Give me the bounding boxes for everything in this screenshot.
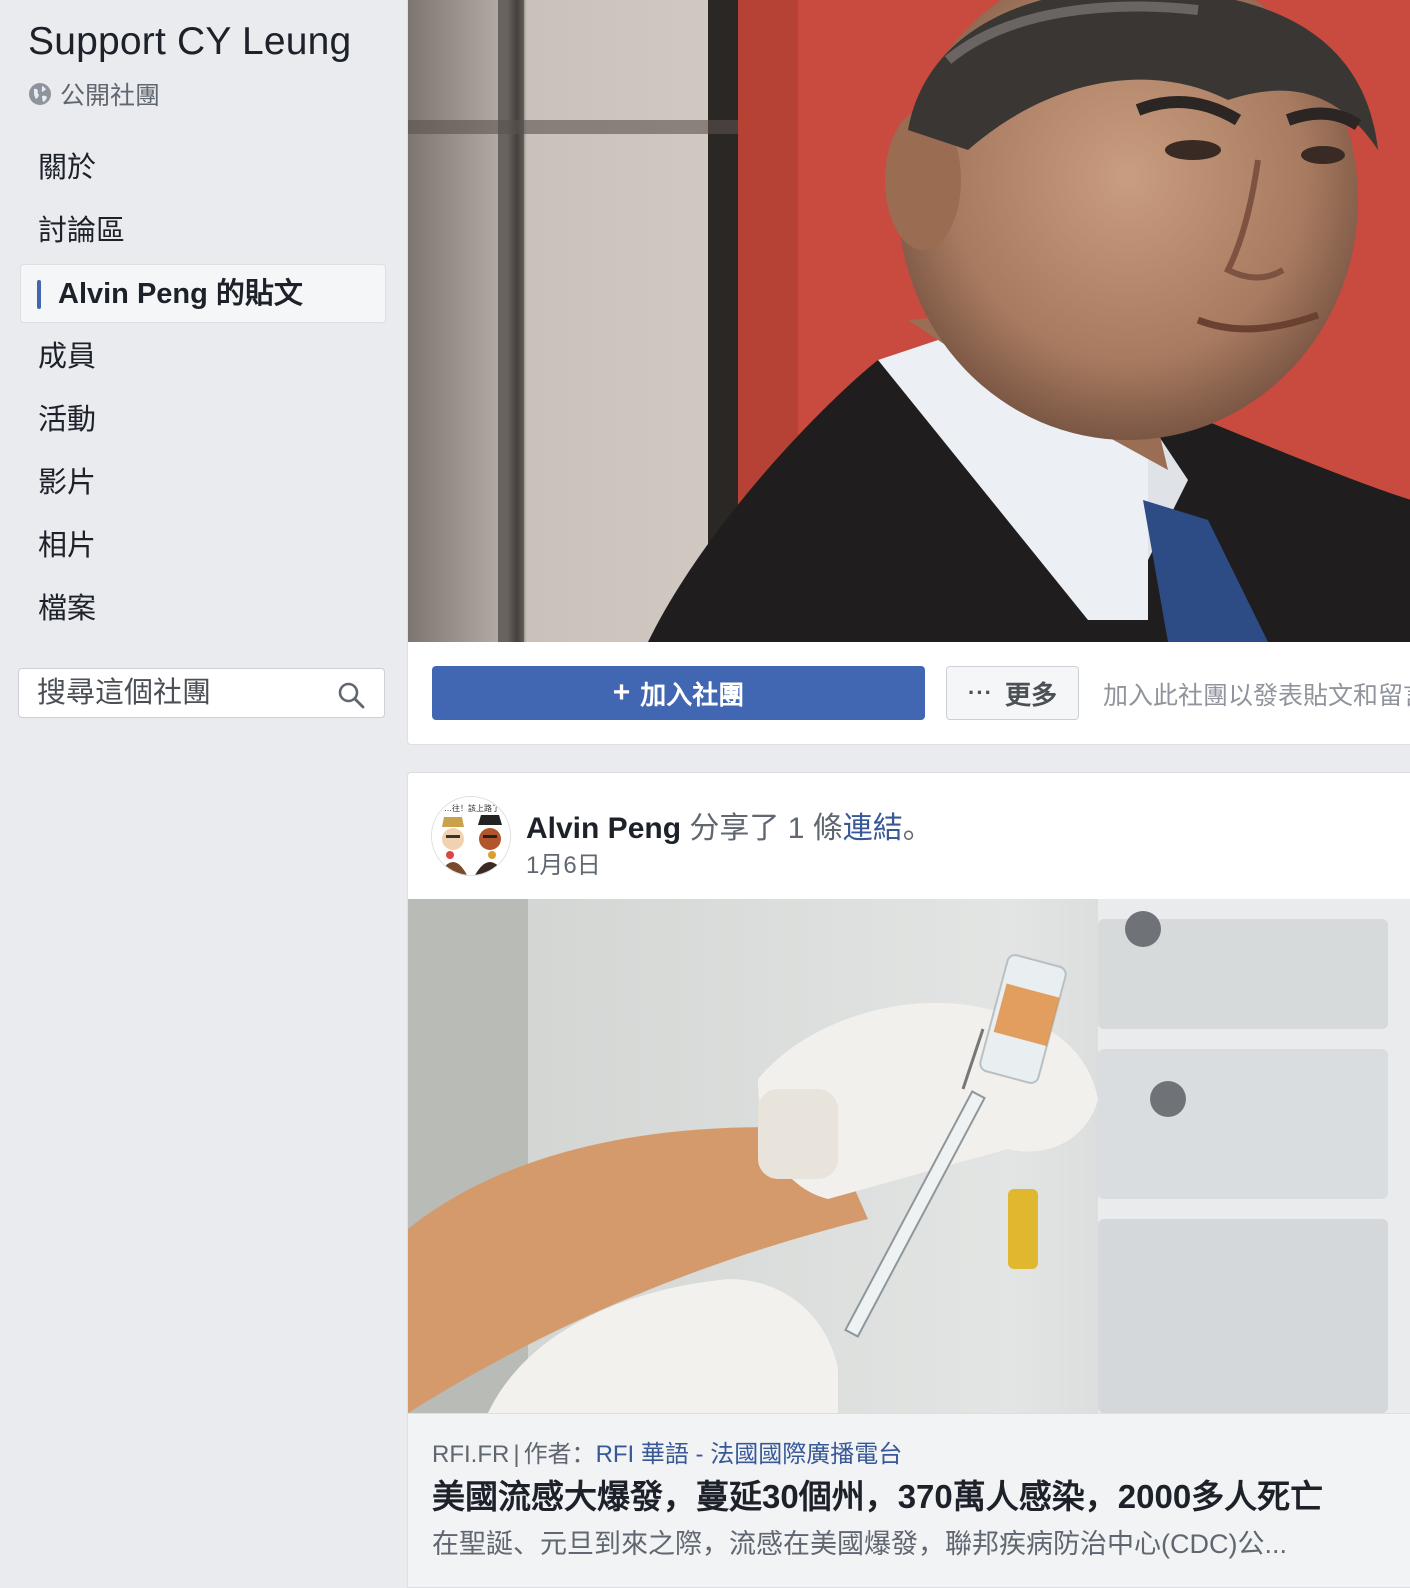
avatar-image: …往！該上路了 [432, 797, 510, 875]
group-title[interactable]: Support CY Leung [28, 20, 351, 64]
globe-icon [29, 83, 51, 105]
nav-item-members[interactable]: 成員 [20, 327, 386, 386]
join-group-label: 加入社團 [640, 679, 745, 710]
privacy-label: 公開社團 [60, 82, 161, 110]
post-link-word[interactable]: 連結 [843, 812, 903, 845]
group-search-box[interactable] [18, 668, 385, 718]
link-source: RFI.FR | 作者：RFI 華語 - 法國國際廣播電台 [432, 1434, 902, 1469]
link-author-prefix: 作者： [523, 1441, 596, 1468]
link-author[interactable]: RFI 華語 - 法國國際廣播電台 [596, 1441, 903, 1468]
nav-item-photos[interactable]: 相片 [20, 516, 386, 575]
more-label: 更多 [1004, 679, 1057, 710]
post-header: …往！該上路了 Alvin Peng 分享了 1 條連結。 1月6日 [408, 773, 1410, 899]
join-hint-text: 加入此社團以發表貼文和留言 [1103, 682, 1410, 710]
post-timestamp[interactable]: 1月6日 [526, 845, 601, 880]
nav-item-videos[interactable]: 影片 [20, 453, 386, 512]
post-action-prefix: 分享了 1 條 [681, 812, 843, 845]
group-sidebar: Support CY Leung 公開社團 關於 討論區 Alvin Peng … [0, 0, 412, 1588]
more-dots-icon: ··· [968, 680, 993, 705]
link-description: 在聖誕、元旦到來之際，流感在美國爆發，聯邦疾病防治中心(CDC)公... [432, 1529, 1287, 1559]
cover-photo[interactable] [408, 0, 1410, 642]
link-title[interactable]: 美國流感大爆發，蔓延30個州，370萬人感染，2000多人死亡 [432, 1470, 1323, 1518]
post-author-name[interactable]: Alvin Peng [526, 812, 681, 845]
cover-actions: + 加入社團 ··· 更多 加入此社團以發表貼文和留言 [408, 642, 1410, 744]
cover-photo-image [408, 0, 1410, 642]
group-search-input[interactable] [37, 676, 337, 710]
group-privacy: 公開社團 [28, 76, 160, 112]
link-separator: | [513, 1441, 520, 1468]
nav-item-discussion[interactable]: 討論區 [20, 201, 386, 260]
avatar[interactable]: …往！該上路了 [431, 796, 511, 876]
join-group-button[interactable]: + 加入社團 [432, 666, 925, 720]
post-card: …往！該上路了 Alvin Peng 分享了 1 條連結。 1月6日 RFI.F… [407, 772, 1410, 1588]
nav-item-files[interactable]: 檔案 [20, 579, 386, 638]
link-preview-image[interactable] [408, 899, 1410, 1413]
avatar-caption: …往！該上路了 [444, 803, 500, 813]
nav-item-events[interactable]: 活動 [20, 390, 386, 449]
post-author-line: Alvin Peng 分享了 1 條連結。 [526, 803, 933, 847]
more-button[interactable]: ··· 更多 [946, 666, 1079, 720]
group-nav: 關於 討論區 Alvin Peng 的貼文 成員 活動 影片 相片 檔案 [20, 138, 386, 642]
nav-item-user-posts[interactable]: Alvin Peng 的貼文 [20, 264, 386, 323]
plus-icon: + [612, 676, 631, 709]
link-preview-photo [408, 899, 1410, 1413]
group-cover-card: + 加入社團 ··· 更多 加入此社團以發表貼文和留言 [407, 0, 1410, 745]
nav-item-about[interactable]: 關於 [20, 138, 386, 197]
link-preview-meta[interactable]: RFI.FR | 作者：RFI 華語 - 法國國際廣播電台 美國流感大爆發，蔓延30… [408, 1413, 1410, 1587]
link-domain: RFI.FR [432, 1441, 510, 1468]
search-icon[interactable] [336, 680, 366, 710]
post-action-suffix: 。 [902, 812, 933, 845]
